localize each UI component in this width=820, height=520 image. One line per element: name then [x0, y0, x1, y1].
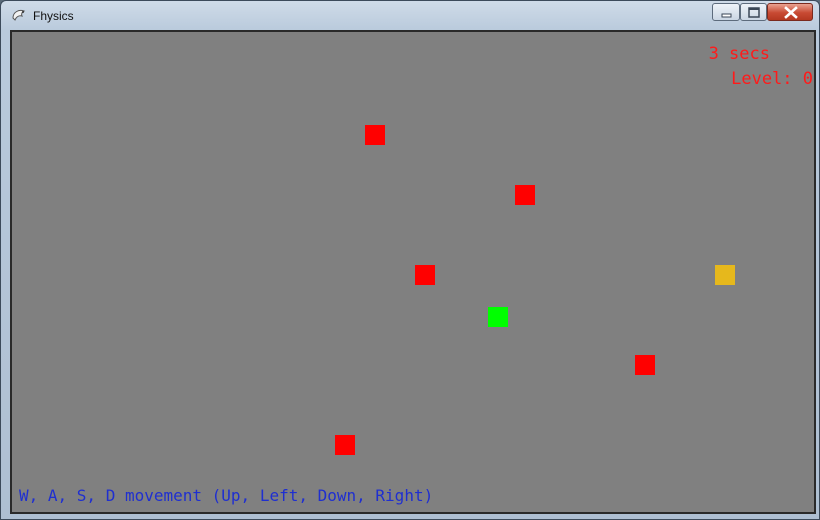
title-bar[interactable]: Fhysics [1, 1, 819, 29]
enemy-block [415, 265, 435, 285]
app-icon [11, 8, 27, 22]
maximize-button[interactable] [740, 3, 767, 21]
app-window: Fhysics 3 secs Level: 0 W, A, S, D movem… [0, 0, 820, 520]
enemy-block [365, 125, 385, 145]
close-button[interactable] [767, 3, 813, 21]
level-text: Level: 0 [731, 69, 813, 89]
maximize-icon [748, 7, 760, 18]
enemy-block [515, 185, 535, 205]
game-frame: 3 secs Level: 0 W, A, S, D movement (Up,… [10, 30, 816, 514]
enemy-block [635, 355, 655, 375]
game-canvas[interactable]: 3 secs Level: 0 W, A, S, D movement (Up,… [14, 34, 814, 512]
window-title: Fhysics [33, 9, 74, 23]
minimize-icon [721, 13, 732, 18]
enemy-block [335, 435, 355, 455]
minimize-button[interactable] [712, 3, 740, 21]
player-block [488, 307, 508, 327]
timer-text: 3 secs [708, 44, 770, 64]
goal-block [715, 265, 735, 285]
close-icon [784, 6, 798, 19]
controls-help-text: W, A, S, D movement (Up, Left, Down, Rig… [19, 486, 434, 505]
